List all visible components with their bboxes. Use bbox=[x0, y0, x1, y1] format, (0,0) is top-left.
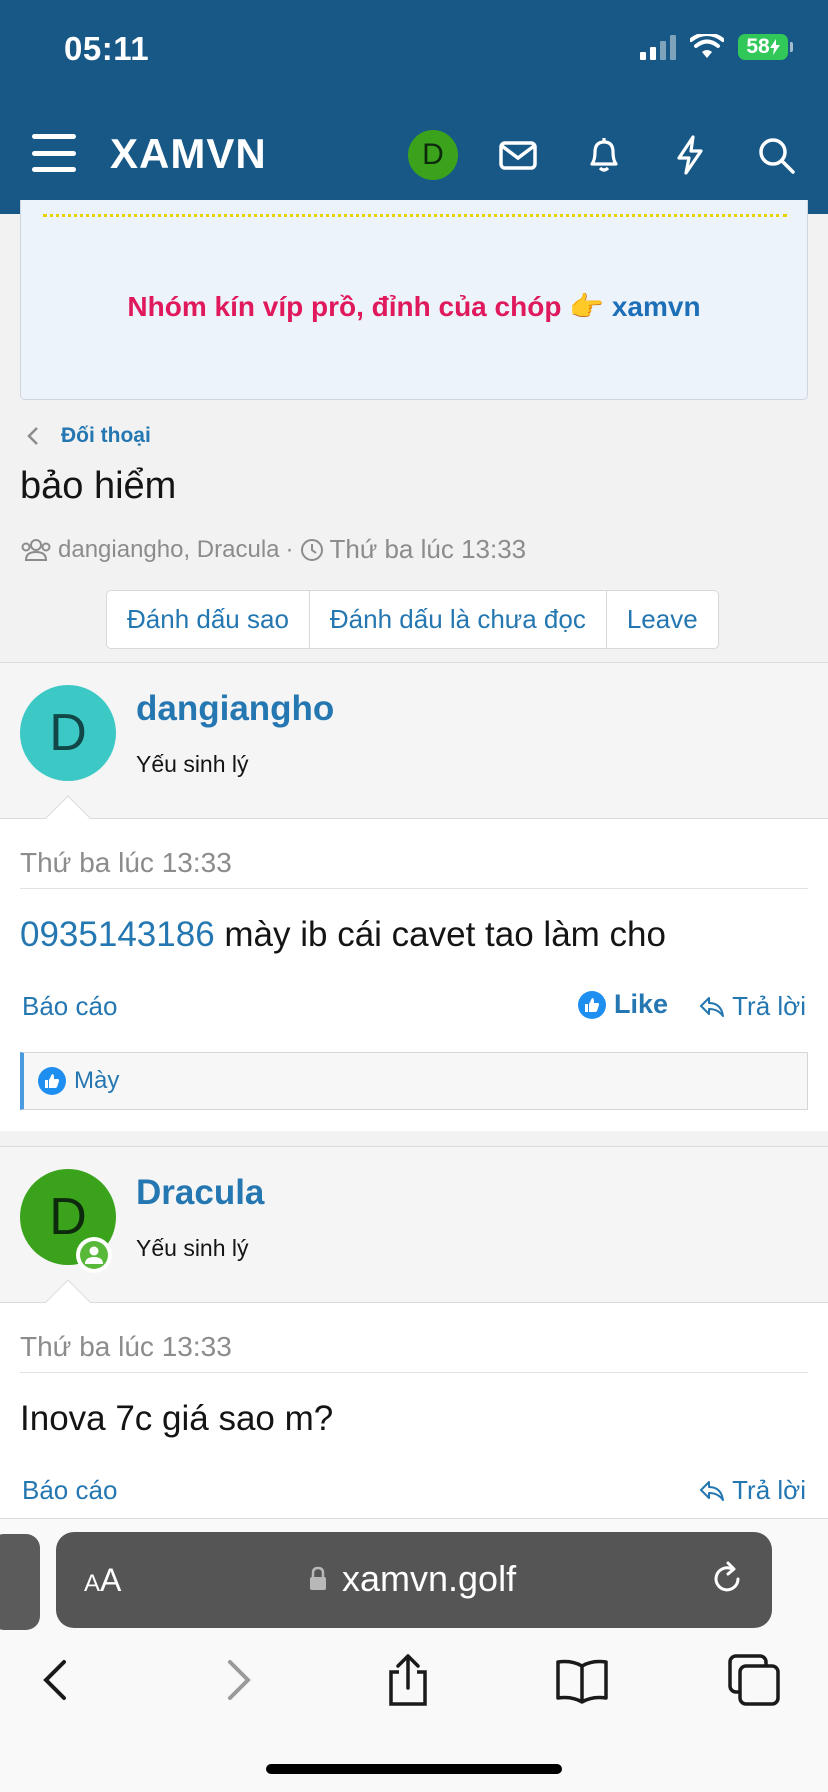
reaction-bar[interactable]: Mày bbox=[20, 1052, 808, 1110]
like-reaction-icon bbox=[38, 1067, 66, 1095]
bookmarks-icon[interactable] bbox=[554, 1652, 610, 1708]
battery-indicator: 58 bbox=[738, 34, 793, 60]
menu-icon[interactable] bbox=[32, 134, 76, 172]
chevron-left-icon[interactable] bbox=[24, 423, 42, 449]
user-title: Yếu sinh lý bbox=[136, 751, 249, 777]
message-header: D Dracula Yếu sinh lý bbox=[0, 1146, 828, 1302]
bell-icon[interactable] bbox=[583, 134, 625, 176]
signal-icon bbox=[640, 34, 676, 60]
status-time: 05:11 bbox=[64, 30, 150, 67]
promo-banner[interactable]: Nhóm kín víp prồ, đỉnh của chóp 👉 xamvn bbox=[20, 200, 808, 400]
message-body: Thứ ba lúc 13:33 0935143186 mày ib cái c… bbox=[0, 795, 828, 1131]
aa-big: A bbox=[100, 1562, 122, 1598]
reaction-user[interactable]: Mày bbox=[74, 1067, 119, 1095]
lock-icon bbox=[310, 1566, 326, 1590]
pointing-hand-icon: 👉 bbox=[569, 291, 605, 322]
previous-tab-preview[interactable] bbox=[0, 1534, 40, 1630]
home-indicator bbox=[266, 1764, 562, 1774]
breadcrumb[interactable]: Đối thoại bbox=[61, 424, 151, 448]
meta-separator: · bbox=[285, 535, 294, 563]
like-button[interactable]: Like bbox=[578, 989, 668, 1020]
conversation-actions: Đánh dấu sao Đánh dấu là chưa đọc Leave bbox=[106, 590, 719, 649]
user-title: Yếu sinh lý bbox=[136, 1235, 249, 1261]
banner-link[interactable]: xamvn bbox=[612, 291, 701, 322]
wifi-icon bbox=[690, 34, 724, 58]
banner-image-edge bbox=[43, 214, 787, 222]
page-title: bảo hiểm bbox=[20, 465, 177, 507]
reply-icon bbox=[700, 1480, 725, 1501]
message-date[interactable]: Thứ ba lúc 13:33 bbox=[20, 847, 232, 879]
star-button[interactable]: Đánh dấu sao bbox=[107, 591, 310, 648]
message-author[interactable]: Dracula bbox=[136, 1173, 264, 1213]
participants[interactable]: dangiangho, Dracula bbox=[58, 536, 280, 564]
top-bar: 05:11 58 XAMVN D bbox=[0, 0, 828, 214]
reload-icon[interactable] bbox=[708, 1560, 746, 1598]
search-icon[interactable] bbox=[755, 134, 797, 176]
reply-label: Trả lời bbox=[732, 991, 806, 1021]
message-text: mày ib cái cavet tao làm cho bbox=[214, 915, 666, 954]
reply-icon bbox=[700, 996, 725, 1017]
divider bbox=[20, 888, 808, 889]
user-avatar[interactable]: D bbox=[408, 130, 458, 180]
conversation-meta: dangiangho, Dracula · Thứ ba lúc 13:33 bbox=[20, 534, 526, 565]
lightning-icon[interactable] bbox=[669, 134, 711, 176]
reply-button[interactable]: Trả lời bbox=[698, 1475, 806, 1506]
online-status-icon bbox=[76, 1237, 112, 1273]
url-text[interactable]: xamvn.golf bbox=[342, 1558, 516, 1600]
clock-icon bbox=[300, 538, 323, 561]
charging-bolt-icon bbox=[769, 39, 780, 55]
like-icon bbox=[578, 990, 606, 1019]
message-body: Thứ ba lúc 13:33 Inova 7c giá sao m? Báo… bbox=[0, 1279, 828, 1518]
avatar[interactable]: D bbox=[20, 685, 116, 781]
message-header: D dangiangho Yếu sinh lý bbox=[0, 662, 828, 818]
battery-level: 58 bbox=[746, 35, 770, 58]
tabs-icon[interactable] bbox=[726, 1652, 782, 1708]
forward-icon[interactable] bbox=[208, 1652, 264, 1708]
users-icon bbox=[21, 538, 51, 561]
banner-text[interactable]: Nhóm kín víp prồ, đỉnh của chóp 👉 xamvn bbox=[21, 290, 807, 323]
message-text: Inova 7c giá sao m? bbox=[20, 1399, 334, 1438]
reader-settings-button[interactable]: AA bbox=[84, 1562, 121, 1599]
address-bar[interactable]: AA xamvn.golf bbox=[56, 1532, 772, 1628]
report-button[interactable]: Báo cáo bbox=[22, 991, 117, 1022]
site-logo[interactable]: XAMVN bbox=[110, 130, 267, 178]
status-icons: 58 bbox=[640, 34, 793, 60]
message-author[interactable]: dangiangho bbox=[136, 689, 334, 729]
leave-button[interactable]: Leave bbox=[607, 591, 718, 648]
back-icon[interactable] bbox=[30, 1652, 86, 1708]
conversation-time: Thứ ba lúc 13:33 bbox=[329, 534, 527, 564]
banner-message: Nhóm kín víp prồ, đỉnh của chóp bbox=[127, 291, 562, 322]
reply-button[interactable]: Trả lời bbox=[698, 991, 806, 1022]
message-content: 0935143186 mày ib cái cavet tao làm cho bbox=[20, 915, 666, 955]
message-date[interactable]: Thứ ba lúc 13:33 bbox=[20, 1331, 232, 1363]
aa-small: A bbox=[84, 1570, 101, 1597]
mark-unread-button[interactable]: Đánh dấu là chưa đọc bbox=[310, 591, 607, 648]
inbox-icon[interactable] bbox=[497, 134, 539, 176]
like-label: Like bbox=[614, 989, 669, 1019]
report-button[interactable]: Báo cáo bbox=[22, 1475, 117, 1506]
reply-label: Trả lời bbox=[732, 1475, 806, 1505]
share-icon[interactable] bbox=[380, 1652, 436, 1708]
phone-link[interactable]: 0935143186 bbox=[20, 915, 215, 954]
divider bbox=[20, 1372, 808, 1373]
